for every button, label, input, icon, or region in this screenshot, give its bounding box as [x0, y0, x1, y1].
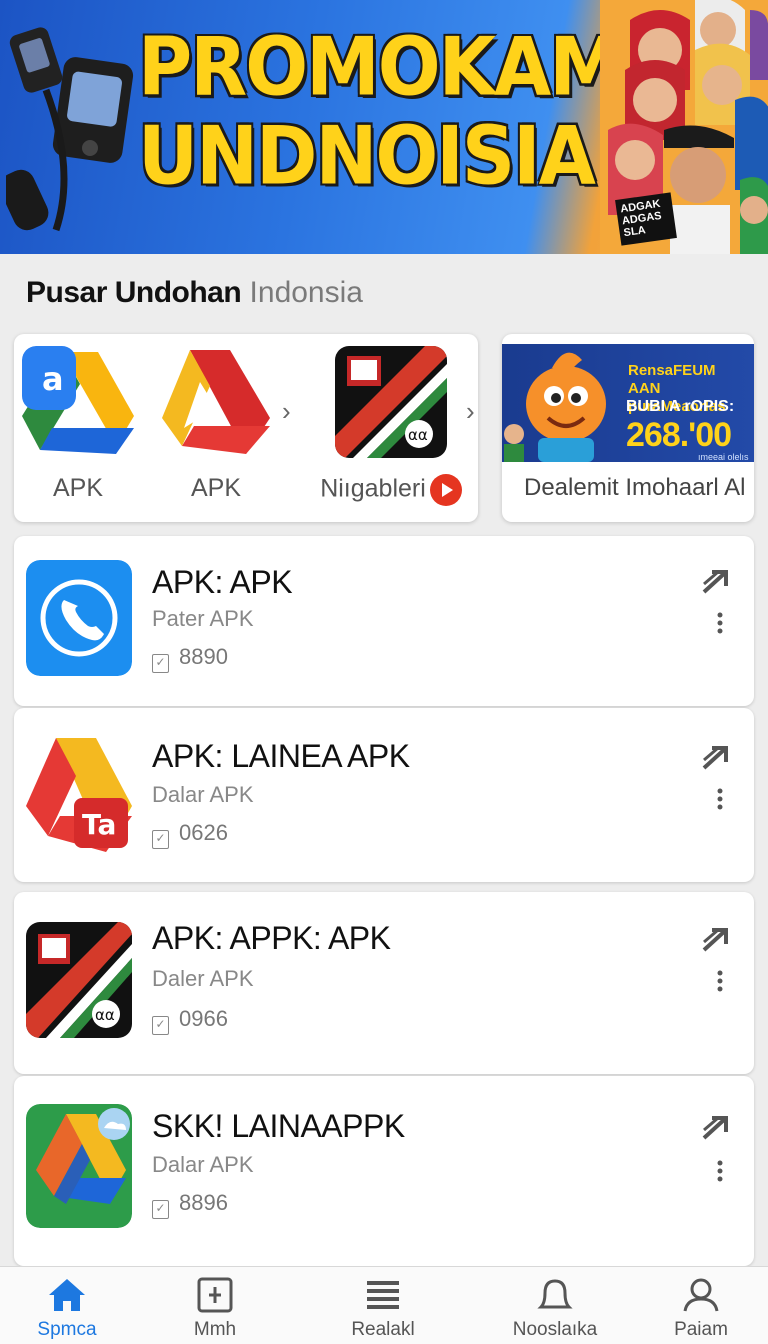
nav-label: Nooslaıka — [512, 1319, 598, 1340]
app-name: APK: APPK: APK — [152, 920, 391, 956]
share-arrow-icon[interactable] — [700, 566, 732, 596]
drive-red-icon — [160, 346, 272, 458]
flag-app-icon: αα — [335, 346, 447, 458]
phone-icon — [26, 560, 132, 676]
carousel-item-3-label: Niıgableri — [320, 474, 426, 503]
share-arrow-icon[interactable] — [700, 742, 732, 772]
app-name: APK: APK — [152, 564, 293, 600]
bell-icon — [537, 1279, 573, 1309]
promo-card[interactable]: RensaFEUM AAN puraMeaorlas BUBI A rOPIS:… — [502, 334, 754, 522]
svg-text:a: a — [42, 360, 64, 398]
app-list-item[interactable]: αα APK: APPK: APK Daler APK ✓ 0966 — [14, 892, 754, 1074]
app-developer: Dalar APK — [152, 1152, 254, 1177]
chevron-right-icon[interactable]: › — [466, 396, 475, 427]
app-name: SKK! LAINAAPPK — [152, 1108, 405, 1144]
banner-headline: PROMOKAM UNDNOISIA! — [138, 21, 628, 203]
drive-a-icon: a — [22, 346, 134, 458]
nav-item-mmh[interactable]: Mmh — [150, 1277, 280, 1341]
more-vert-icon[interactable] — [716, 788, 724, 810]
share-arrow-icon[interactable] — [700, 1112, 732, 1142]
promo-banner[interactable]: PROMOKAM UNDNOISIA! ADGAK ADGAS SLA — [0, 0, 768, 254]
banner-headline-line2: UNDNOISIA! — [138, 109, 628, 203]
app-count: ✓ 8896 — [152, 1190, 228, 1219]
app-count-value: 0966 — [179, 1006, 228, 1031]
app-developer: Pater APK — [152, 606, 254, 631]
app-developer: Daler APK — [152, 966, 254, 991]
list-icon — [367, 1281, 399, 1309]
more-vert-icon[interactable] — [716, 970, 724, 992]
app-count: ✓ 0966 — [152, 1006, 228, 1035]
more-vert-icon[interactable] — [716, 1160, 724, 1182]
chevron-right-icon[interactable]: › — [282, 396, 291, 427]
featured-apps-carousel: a APK APK › αα Niıgableri › — [14, 334, 478, 522]
person-icon — [683, 1278, 719, 1312]
section-title-main: Pusar Undohan — [26, 276, 242, 309]
home-icon — [49, 1279, 85, 1311]
svg-text:Ta: Ta — [82, 808, 116, 841]
nav-label: Spmca — [37, 1319, 97, 1340]
drive-ta-icon: Ta — [26, 736, 132, 852]
bottom-nav: Spmca Mmh Realakl Nooslaıka Paiam — [0, 1266, 768, 1344]
promo-subheadline: BUBI A rOPIS: — [626, 398, 735, 415]
nav-label: Realakl — [351, 1319, 415, 1340]
app-name: APK: LAINEA APK — [152, 738, 410, 774]
svg-text:αα: αα — [95, 1006, 115, 1024]
check-icon: ✓ — [152, 830, 169, 849]
nav-item-home[interactable]: Spmca — [2, 1277, 132, 1341]
carousel-item-1[interactable]: a APK — [18, 346, 138, 503]
app-developer: Dalar APK — [152, 782, 254, 807]
app-count: ✓ 8890 — [152, 644, 228, 673]
check-icon: ✓ — [152, 654, 169, 673]
nav-label: Mmh — [193, 1319, 237, 1340]
carousel-item-label: APK — [190, 474, 242, 502]
section-title: Pusar Undohan Indonsia — [26, 276, 363, 310]
drive-cloud-icon — [26, 1104, 132, 1228]
flag-app-icon: αα — [26, 922, 132, 1038]
more-vert-icon[interactable] — [716, 612, 724, 634]
app-list-item[interactable]: Ta APK: LAINEA APK Dalar APK ✓ 0626 — [14, 708, 754, 882]
carousel-item-label: APK — [52, 474, 104, 502]
check-icon: ✓ — [152, 1200, 169, 1219]
promo-footnote: ımeeai olelıs — [698, 452, 749, 462]
app-count-value: 0626 — [179, 820, 228, 845]
nav-item-notifications[interactable]: Nooslaıka — [490, 1277, 620, 1341]
mascot-icon — [504, 352, 606, 462]
app-list-item[interactable]: APK: APK Pater APK ✓ 8890 — [14, 536, 754, 706]
carousel-item-2[interactable]: APK — [156, 346, 276, 503]
share-arrow-icon[interactable] — [700, 924, 732, 954]
app-count-value: 8890 — [179, 644, 228, 669]
promo-caption: Dealemit Imohaarl Al — [524, 474, 746, 501]
nav-item-profile[interactable]: Paiam — [636, 1277, 766, 1341]
promo-image: RensaFEUM AAN puraMeaorlas BUBI A rOPIS:… — [502, 344, 754, 462]
camera-gear-icon — [6, 27, 134, 232]
carousel-item-label: Niıgableri — [316, 474, 466, 506]
app-list-item[interactable]: SKK! LAINAAPPK Dalar APK ✓ 8896 — [14, 1076, 754, 1266]
banner-headline-line1: PROMOKAM — [138, 21, 623, 115]
app-count: ✓ 0626 — [152, 820, 228, 849]
play-icon[interactable] — [429, 474, 462, 506]
carousel-item-3[interactable]: αα Niıgableri — [316, 346, 466, 506]
crowd-sign: ADGAK ADGAS SLA — [615, 192, 677, 246]
check-icon: ✓ — [152, 1016, 169, 1035]
nav-item-realakl[interactable]: Realakl — [318, 1277, 448, 1341]
nav-label: Paiam — [674, 1319, 728, 1340]
app-count-value: 8896 — [179, 1190, 228, 1215]
section-title-sub: Indonsia — [249, 276, 363, 309]
calendar-icon — [197, 1277, 233, 1313]
svg-text:αα: αα — [408, 426, 428, 444]
promo-price: 268.'00 — [626, 416, 732, 454]
